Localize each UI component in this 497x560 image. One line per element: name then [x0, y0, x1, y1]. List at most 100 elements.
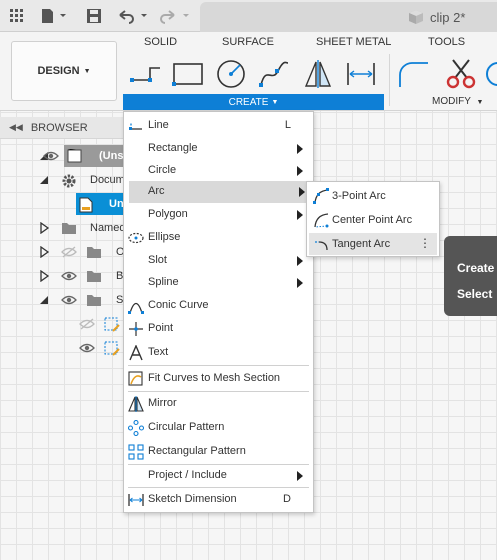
menu-item-rectangular-pattern[interactable]: Rectangular Pattern: [124, 441, 313, 463]
folder-icon: [61, 221, 77, 235]
mirror-tool-icon[interactable]: [302, 58, 334, 90]
menu-item-polygon[interactable]: Polygon: [124, 204, 313, 226]
expand-right-icon[interactable]: [38, 221, 50, 235]
menu-item-label: Polygon: [148, 208, 188, 220]
visibility-hidden-icon[interactable]: [79, 317, 95, 331]
browser-header: ◀◀ BROWSER: [0, 117, 123, 139]
menu-item-project-include[interactable]: Project / Include: [124, 465, 313, 487]
sketch-dimension-tool-icon[interactable]: [345, 58, 377, 90]
tab-tools[interactable]: TOOLS: [428, 36, 465, 48]
fillet-tool-icon[interactable]: [398, 58, 430, 90]
menu-separator: [128, 487, 309, 488]
create-menu-button[interactable]: CREATE ▼: [123, 94, 384, 110]
browser-sketches-row[interactable]: S: [0, 289, 123, 311]
submenu-item-tangent-arc[interactable]: Tangent Arc ⋮: [309, 233, 437, 255]
document-settings-label: Docum: [90, 174, 125, 186]
tab-sheet-metal[interactable]: SHEET METAL: [316, 36, 391, 48]
more-options-icon[interactable]: ⋮: [419, 236, 431, 250]
collapse-panel-icon[interactable]: ◀◀: [9, 122, 23, 133]
visibility-eye-icon[interactable]: [61, 293, 77, 307]
cube-icon: [408, 9, 424, 28]
toolbar: DESIGN ▼ SOLID SURFACE SHEET METAL TOOLS…: [0, 32, 497, 111]
menu-item-fit-curves[interactable]: Fit Curves to Mesh Section: [124, 368, 313, 390]
menu-item-label: Sketch Dimension: [148, 493, 237, 505]
expand-right-icon[interactable]: [38, 245, 50, 259]
menu-item-label: Rectangular Pattern: [148, 445, 246, 457]
mirror-icon: [128, 396, 144, 412]
line-tool-icon[interactable]: [130, 58, 162, 90]
root-component-label-bg: (Uns: [64, 145, 123, 167]
toolbar-divider: [389, 54, 390, 106]
offset-tool-icon[interactable]: [482, 58, 497, 90]
tangent-arc-icon: [313, 236, 329, 252]
modify-label: MODIFY: [432, 96, 471, 107]
submenu-item-3-point-arc[interactable]: 3-Point Arc: [309, 185, 437, 207]
submenu-arrow-icon: [297, 256, 303, 266]
expand-right-icon[interactable]: [38, 269, 50, 283]
text-icon: [128, 344, 144, 361]
submenu-arrow-icon: [297, 471, 303, 481]
browser-origin-row[interactable]: O: [0, 241, 125, 263]
menu-item-slot[interactable]: Slot: [124, 250, 313, 272]
workspace-switcher-button[interactable]: DESIGN ▼: [11, 41, 117, 101]
expand-down-icon[interactable]: [38, 294, 50, 306]
menu-item-label: Line: [148, 119, 169, 131]
visibility-eye-icon[interactable]: [79, 341, 95, 355]
trim-scissors-icon[interactable]: [445, 58, 477, 90]
document-tab[interactable]: clip 2*: [200, 2, 497, 32]
menu-item-label: Circular Pattern: [148, 421, 225, 433]
expand-down-icon[interactable]: [38, 174, 50, 186]
folder-icon: [86, 245, 102, 259]
modify-menu-button[interactable]: MODIFY ▼: [432, 96, 483, 107]
redo-icon[interactable]: [158, 6, 194, 26]
menu-item-spline[interactable]: Spline: [124, 272, 313, 294]
browser-units-row[interactable]: Un: [0, 193, 124, 215]
menu-item-circular-pattern[interactable]: Circular Pattern: [124, 417, 313, 439]
menu-item-mirror[interactable]: Mirror: [124, 393, 313, 415]
document-title: clip 2*: [430, 10, 466, 25]
circular-pattern-icon: [127, 419, 145, 437]
visibility-hidden-icon[interactable]: [61, 245, 77, 259]
menu-item-arc[interactable]: Arc: [129, 181, 310, 203]
menu-separator: [128, 365, 309, 366]
tab-surface[interactable]: SURFACE: [222, 36, 274, 48]
component-icon: [67, 147, 84, 163]
menu-item-text[interactable]: Text: [124, 342, 313, 364]
submenu-item-center-point-arc[interactable]: Center Point Arc: [309, 209, 437, 231]
circle-tool-icon[interactable]: [215, 58, 247, 90]
folder-icon: [86, 293, 102, 307]
menu-item-rectangle[interactable]: Rectangle: [124, 138, 313, 160]
menu-item-circle[interactable]: Circle: [124, 160, 313, 182]
point-icon: [128, 321, 144, 337]
menu-separator: [128, 391, 309, 392]
browser-sketch-row[interactable]: [0, 337, 123, 359]
units-label: Un: [109, 198, 124, 210]
visibility-eye-icon[interactable]: [43, 149, 59, 163]
file-menu-icon[interactable]: [38, 6, 70, 26]
tooltip-line-1: Create: [457, 261, 495, 275]
submenu-item-label: 3-Point Arc: [332, 190, 386, 202]
app-grid-icon[interactable]: [7, 6, 27, 26]
workspace-label: DESIGN: [37, 65, 80, 77]
menu-item-point[interactable]: Point: [124, 318, 313, 340]
browser-sketch-row[interactable]: [0, 313, 123, 335]
tab-solid[interactable]: SOLID: [144, 36, 177, 48]
browser-root-row[interactable]: (Uns: [0, 145, 123, 167]
browser-bodies-row[interactable]: B: [0, 265, 123, 287]
rectangular-pattern-icon: [128, 444, 144, 460]
menu-item-line[interactable]: Line L: [124, 115, 313, 137]
submenu-item-label: Center Point Arc: [332, 214, 413, 226]
fit-curves-icon: [128, 371, 144, 387]
menu-item-sketch-dimension[interactable]: Sketch Dimension D: [124, 489, 313, 511]
visibility-eye-icon[interactable]: [61, 269, 77, 283]
menu-item-ellipse[interactable]: Ellipse: [124, 227, 313, 249]
spline-tool-icon[interactable]: [258, 58, 290, 90]
conic-curve-icon: [128, 298, 144, 314]
rectangle-tool-icon[interactable]: [172, 58, 204, 90]
undo-icon[interactable]: [116, 6, 152, 26]
menu-item-label: Rectangle: [148, 142, 198, 154]
save-icon[interactable]: [84, 6, 104, 26]
browser-named-views-row[interactable]: Named: [0, 217, 125, 239]
menu-item-conic-curve[interactable]: Conic Curve: [124, 295, 313, 317]
browser-document-settings-row[interactable]: Docum: [0, 169, 125, 191]
